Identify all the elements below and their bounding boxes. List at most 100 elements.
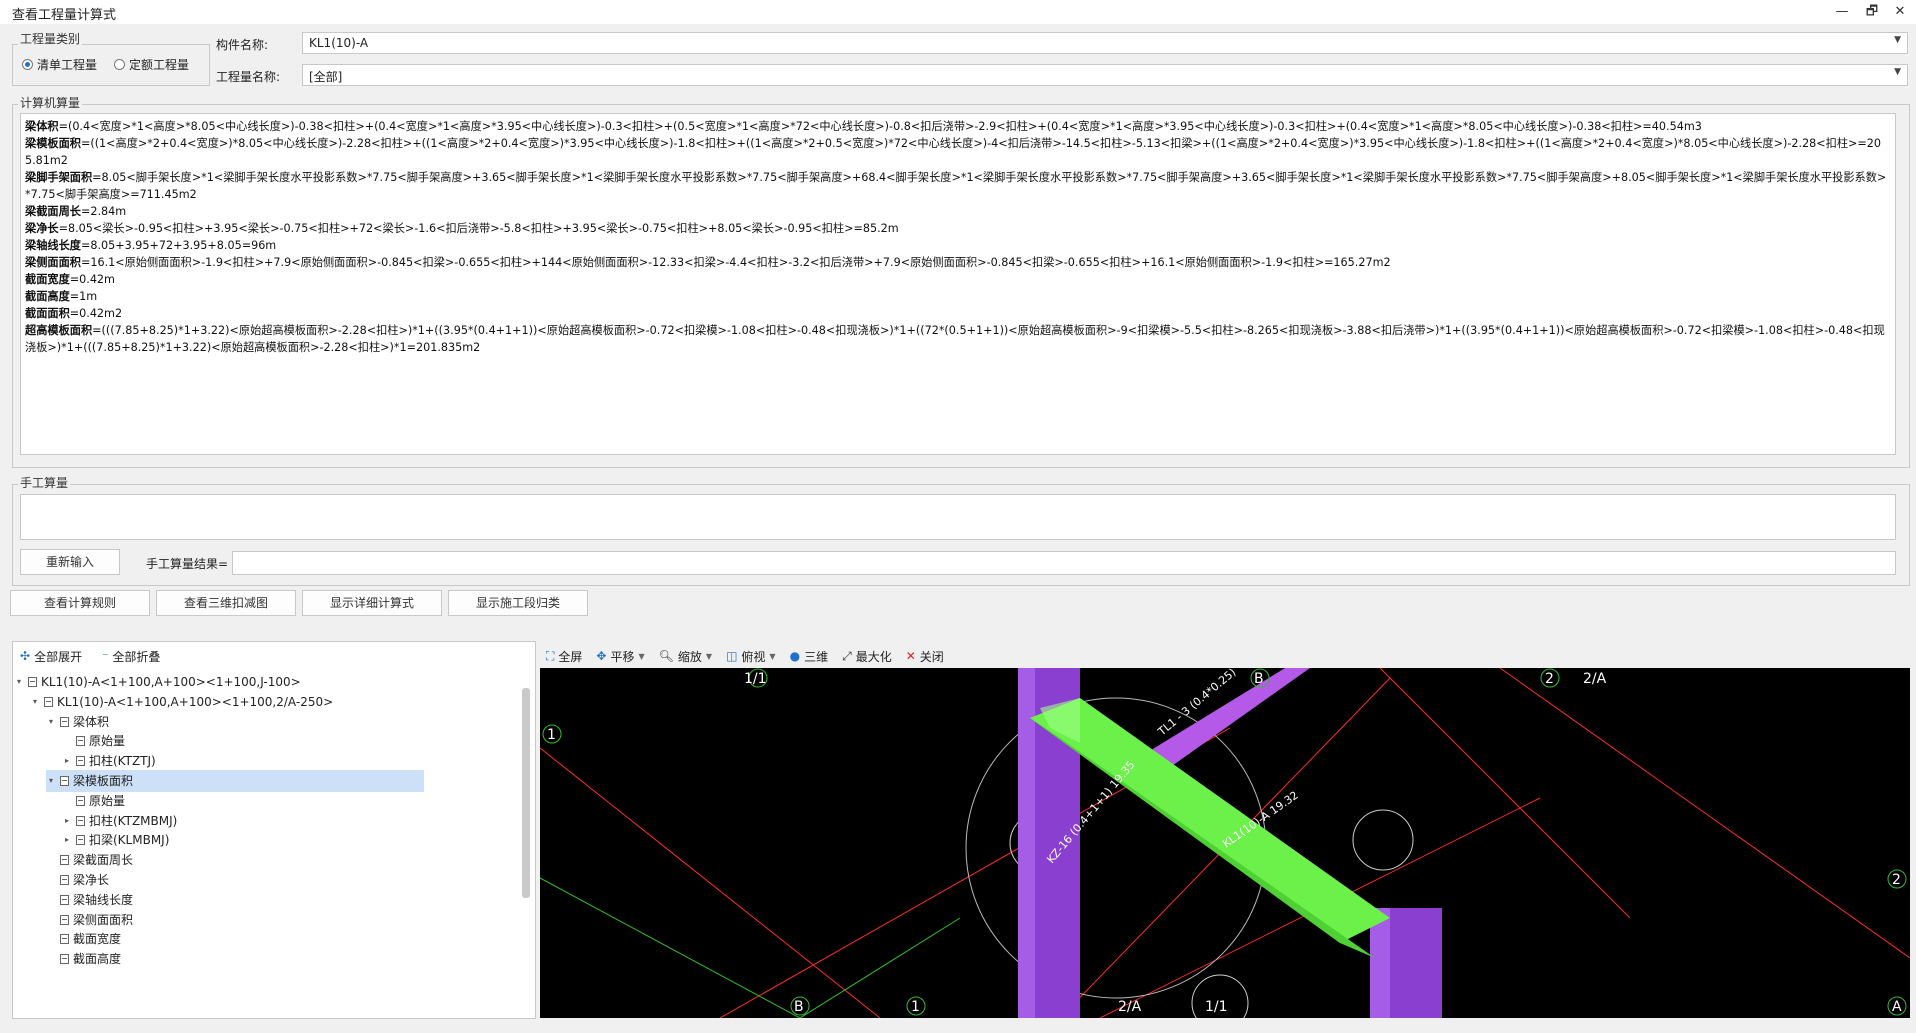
computer-calc-textbox[interactable]: 梁体积=(0.4<宽度>*1<高度>*8.05<中心线长度>)-0.38<扣柱>… — [20, 113, 1896, 455]
view3d-button[interactable]: ● 三维 — [790, 648, 829, 665]
axis-bubble: 2 — [1540, 668, 1560, 688]
calc-line-formula: =2.84m — [80, 205, 127, 218]
calc-line-name: 截面面积 — [25, 307, 70, 320]
component-name-combo[interactable]: KL1(10)-A ▼ — [302, 32, 1908, 54]
node-icon — [44, 696, 53, 707]
calc-line: 截面宽度=0.42m — [25, 271, 1891, 288]
calc-line-formula: =(((7.85+8.25)*1+3.22)<原始超高模板面积>-2.28<扣柱… — [25, 324, 1885, 354]
tree-node[interactable]: ▾ 梁体积 — [46, 711, 424, 733]
view-3d-deduction-button[interactable]: 查看三维扣减图 — [156, 590, 296, 616]
maximize-label: 最大化 — [855, 649, 892, 664]
tree-node[interactable]: ▸ 扣梁(KLMBMJ) — [62, 829, 424, 851]
minimize-button[interactable]: — — [1830, 2, 1854, 22]
pan-button[interactable]: ✥ 平移 ▼ — [596, 648, 644, 665]
node-icon — [60, 875, 69, 885]
svg-text:1/1: 1/1 — [744, 671, 767, 687]
radio-quota-quantity[interactable]: 定额工程量 — [114, 56, 189, 73]
tree-node[interactable]: 截面高度 — [46, 948, 424, 970]
fullscreen-button[interactable]: ⛶ 全屏 — [546, 648, 582, 665]
tree-node[interactable]: ▾ KL1(10)-A<1+100,A+100><1+100,J-100> — [14, 671, 424, 693]
expand-toggle-icon[interactable]: ▾ — [46, 711, 56, 733]
tree-node[interactable]: 梁净长 — [46, 869, 424, 891]
collapse-all-label: 全部折叠 — [112, 649, 161, 664]
chevron-down-icon: ▼ — [705, 651, 713, 661]
calc-line-name: 截面高度 — [25, 290, 70, 303]
expand-toggle-icon[interactable]: ▸ — [62, 750, 72, 772]
calc-line-formula: =8.05<梁长>-0.95<扣柱>+3.95<梁长>-0.75<扣柱>+72<… — [58, 222, 899, 235]
tree-node-label: 梁模板面积 — [73, 774, 134, 788]
title-bar: 查看工程量计算式 — 🗗 ✕ — [0, 0, 1916, 24]
reenter-button[interactable]: 重新输入 — [20, 549, 120, 575]
topview-label: 俯视 — [741, 649, 766, 664]
node-icon — [60, 894, 69, 905]
axis-bubble: B — [1250, 668, 1270, 688]
expand-toggle-icon[interactable]: ▾ — [14, 671, 24, 693]
node-icon — [76, 835, 85, 846]
radio-bill-quantity[interactable]: 清单工程量 — [22, 56, 97, 73]
svg-text:B: B — [1254, 671, 1264, 687]
topview-button[interactable]: ◫ 俯视 ▼ — [726, 648, 776, 665]
axis-bubble: 1 — [906, 996, 926, 1016]
calc-line-formula: =8.05+3.95+72+3.95+8.05=96m — [80, 239, 277, 252]
tree-node[interactable]: ▾ 梁模板面积 — [46, 770, 424, 792]
show-construction-section-button[interactable]: 显示施工段归类 — [448, 590, 588, 616]
calc-line: 截面高度=1m — [25, 288, 1891, 305]
maximize-icon: ⤢ — [842, 648, 852, 663]
tree-node[interactable]: 原始量 — [62, 730, 424, 752]
calc-line: 梁截面周长=2.84m — [25, 203, 1891, 220]
fullscreen-icon: ⛶ — [546, 648, 555, 663]
show-detail-formula-button[interactable]: 显示详细计算式 — [302, 590, 442, 616]
quantity-name-label: 工程量名称: — [216, 70, 281, 84]
tree-node[interactable]: 梁侧面面积 — [46, 909, 424, 931]
tree-node-label: 原始量 — [89, 793, 126, 808]
restore-button[interactable]: 🗗 — [1860, 2, 1884, 22]
manual-calc-input[interactable] — [20, 494, 1896, 540]
calc-line-formula: =((1<高度>*2+0.4<宽度>)*8.05<中心线长度>)-2.28<扣柱… — [25, 137, 1882, 167]
3d-scene: TL1 - 3 (0.4*0.25) KL1(10)-A 19.32 KZ-16… — [540, 668, 1910, 1018]
svg-text:B: B — [794, 999, 804, 1015]
expand-toggle-icon[interactable]: ▸ — [62, 810, 72, 832]
tree-node[interactable]: ▾ KL1(10)-A<1+100,A+100><1+100,2/A-250> — [30, 691, 424, 713]
tree-node[interactable]: 原始量 — [62, 790, 424, 812]
close-icon: ✕ — [905, 649, 916, 663]
window-title: 查看工程量计算式 — [12, 8, 117, 23]
quantity-type-label: 工程量类别 — [18, 30, 83, 47]
view-calc-rules-button[interactable]: 查看计算规则 — [10, 590, 150, 616]
tree-node[interactable]: ▸ 扣柱(KTZTJ) — [62, 750, 424, 772]
tree-node-label: 梁体积 — [73, 714, 110, 729]
tree-node-label: 梁净长 — [73, 873, 110, 887]
radio-dot-icon — [22, 59, 33, 70]
zoom-icon: 🔍︎ — [658, 649, 674, 663]
manual-result-input[interactable] — [232, 551, 1896, 575]
expand-all-button[interactable]: ✣ 全部展开 — [20, 648, 82, 665]
expand-toggle-icon[interactable]: ▾ — [46, 770, 56, 792]
close-button[interactable]: ✕ — [1888, 2, 1912, 22]
tree-node[interactable]: 截面宽度 — [46, 928, 424, 950]
collapse-all-button[interactable]: ⁻ 全部折叠 — [102, 648, 160, 665]
maximize-button[interactable]: ⤢ 最大化 — [842, 648, 892, 665]
tree-node[interactable]: 梁轴线长度 — [46, 889, 424, 911]
close-view-button[interactable]: ✕ 关闭 — [906, 648, 944, 665]
node-icon — [60, 914, 69, 925]
expand-toggle-icon[interactable]: ▸ — [62, 829, 72, 851]
quantity-name-combo[interactable]: [全部] ▼ — [302, 64, 1908, 86]
calc-line: 梁轴线长度=8.05+3.95+72+3.95+8.05=96m — [25, 237, 1891, 254]
tree-node[interactable]: 梁截面周长 — [46, 849, 424, 871]
calc-line-formula: =16.1<原始侧面面积>-1.9<扣柱>+7.9<原始侧面面积>-0.845<… — [80, 256, 1391, 269]
node-icon — [76, 815, 85, 826]
tree-node[interactable]: ▸ 扣柱(KTZMBMJ) — [62, 810, 424, 832]
calc-line-formula: =8.05<脚手架长度>*1<梁脚手架长度水平投影系数>*7.75<脚手架高度>… — [25, 171, 1887, 201]
calc-line: 梁模板面积=((1<高度>*2+0.4<宽度>)*8.05<中心线长度>)-2.… — [25, 135, 1891, 169]
3d-view-canvas[interactable]: TL1 - 3 (0.4*0.25) KL1(10)-A 19.32 KZ-16… — [540, 668, 1910, 1018]
tree-scrollbar[interactable] — [522, 688, 530, 898]
column-left-face — [1018, 668, 1035, 1018]
calc-line-name: 截面宽度 — [25, 273, 70, 286]
calc-line-formula: =(0.4<宽度>*1<高度>*8.05<中心线长度>)-0.38<扣柱>+(0… — [58, 120, 1702, 133]
node-icon — [60, 776, 69, 786]
chevron-down-icon: ▼ — [1894, 35, 1901, 45]
svg-text:A: A — [1892, 999, 1902, 1015]
zoom-button[interactable]: 🔍︎ 缩放 ▼ — [659, 648, 712, 665]
close-view-label: 关闭 — [919, 649, 944, 664]
expand-toggle-icon[interactable]: ▾ — [30, 691, 40, 713]
axis-bubble: B — [790, 996, 810, 1016]
